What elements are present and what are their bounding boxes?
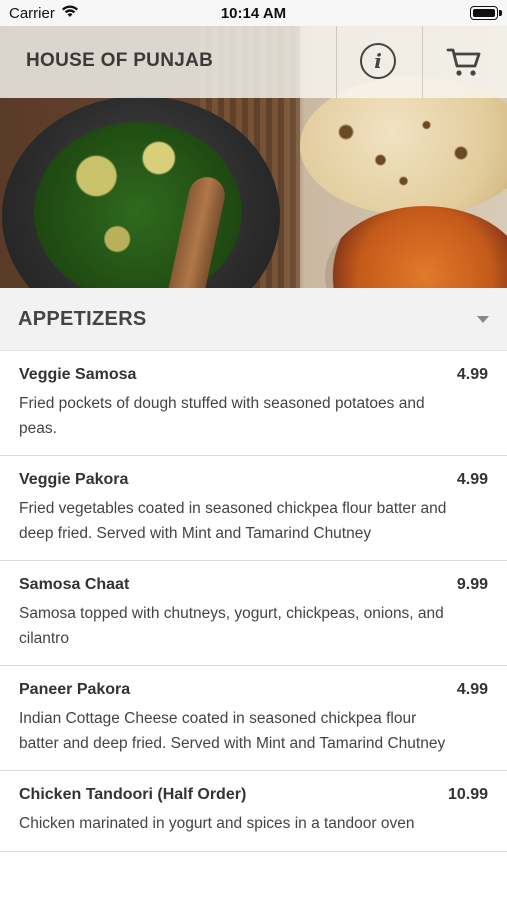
menu-list: Veggie Samosa 4.99 Fried pockets of doug… (0, 351, 507, 852)
item-description: Chicken marinated in yogurt and spices i… (19, 815, 415, 832)
menu-item[interactable]: Samosa Chaat 9.99 Samosa topped with chu… (0, 561, 507, 666)
item-price: 4.99 (456, 681, 488, 698)
item-description: Fried pockets of dough stuffed with seas… (19, 395, 425, 437)
clock: 10:14 AM (220, 5, 287, 22)
cart-icon[interactable] (446, 44, 482, 78)
info-icon[interactable]: i (360, 43, 396, 79)
item-price: 9.99 (456, 576, 488, 593)
menu-item[interactable]: Chicken Tandoori (Half Order) 10.99 Chic… (0, 771, 507, 852)
item-price: 4.99 (456, 471, 488, 488)
header-divider (422, 26, 423, 98)
header-divider (336, 26, 337, 98)
restaurant-title: HOUSE OF PUNJAB (26, 50, 214, 71)
section-title: APPETIZERS (18, 308, 147, 330)
item-price: 4.99 (456, 366, 488, 383)
curry-bowl (325, 206, 507, 288)
battery-icon (470, 6, 502, 20)
app-header: HOUSE OF PUNJAB i (0, 26, 507, 98)
section-header-appetizers[interactable]: APPETIZERS (0, 288, 507, 351)
item-description: Samosa topped with chutneys, yogurt, chi… (19, 605, 444, 647)
chevron-down-icon (477, 316, 489, 323)
item-name: Paneer Pakora (19, 681, 131, 698)
menu-item[interactable]: Paneer Pakora 4.99 Indian Cottage Cheese… (0, 666, 507, 771)
item-description: Fried vegetables coated in seasoned chic… (19, 500, 447, 542)
menu-item[interactable]: Veggie Samosa 4.99 Fried pockets of doug… (0, 351, 507, 456)
item-name: Veggie Samosa (19, 366, 137, 383)
item-name: Veggie Pakora (19, 471, 129, 488)
item-price: 10.99 (447, 786, 488, 803)
status-bar: Carrier 10:14 AM (0, 0, 507, 26)
item-description: Indian Cottage Cheese coated in seasoned… (19, 710, 446, 752)
menu-item[interactable]: Veggie Pakora 4.99 Fried vegetables coat… (0, 456, 507, 561)
item-name: Chicken Tandoori (Half Order) (19, 786, 247, 803)
item-name: Samosa Chaat (19, 576, 130, 593)
